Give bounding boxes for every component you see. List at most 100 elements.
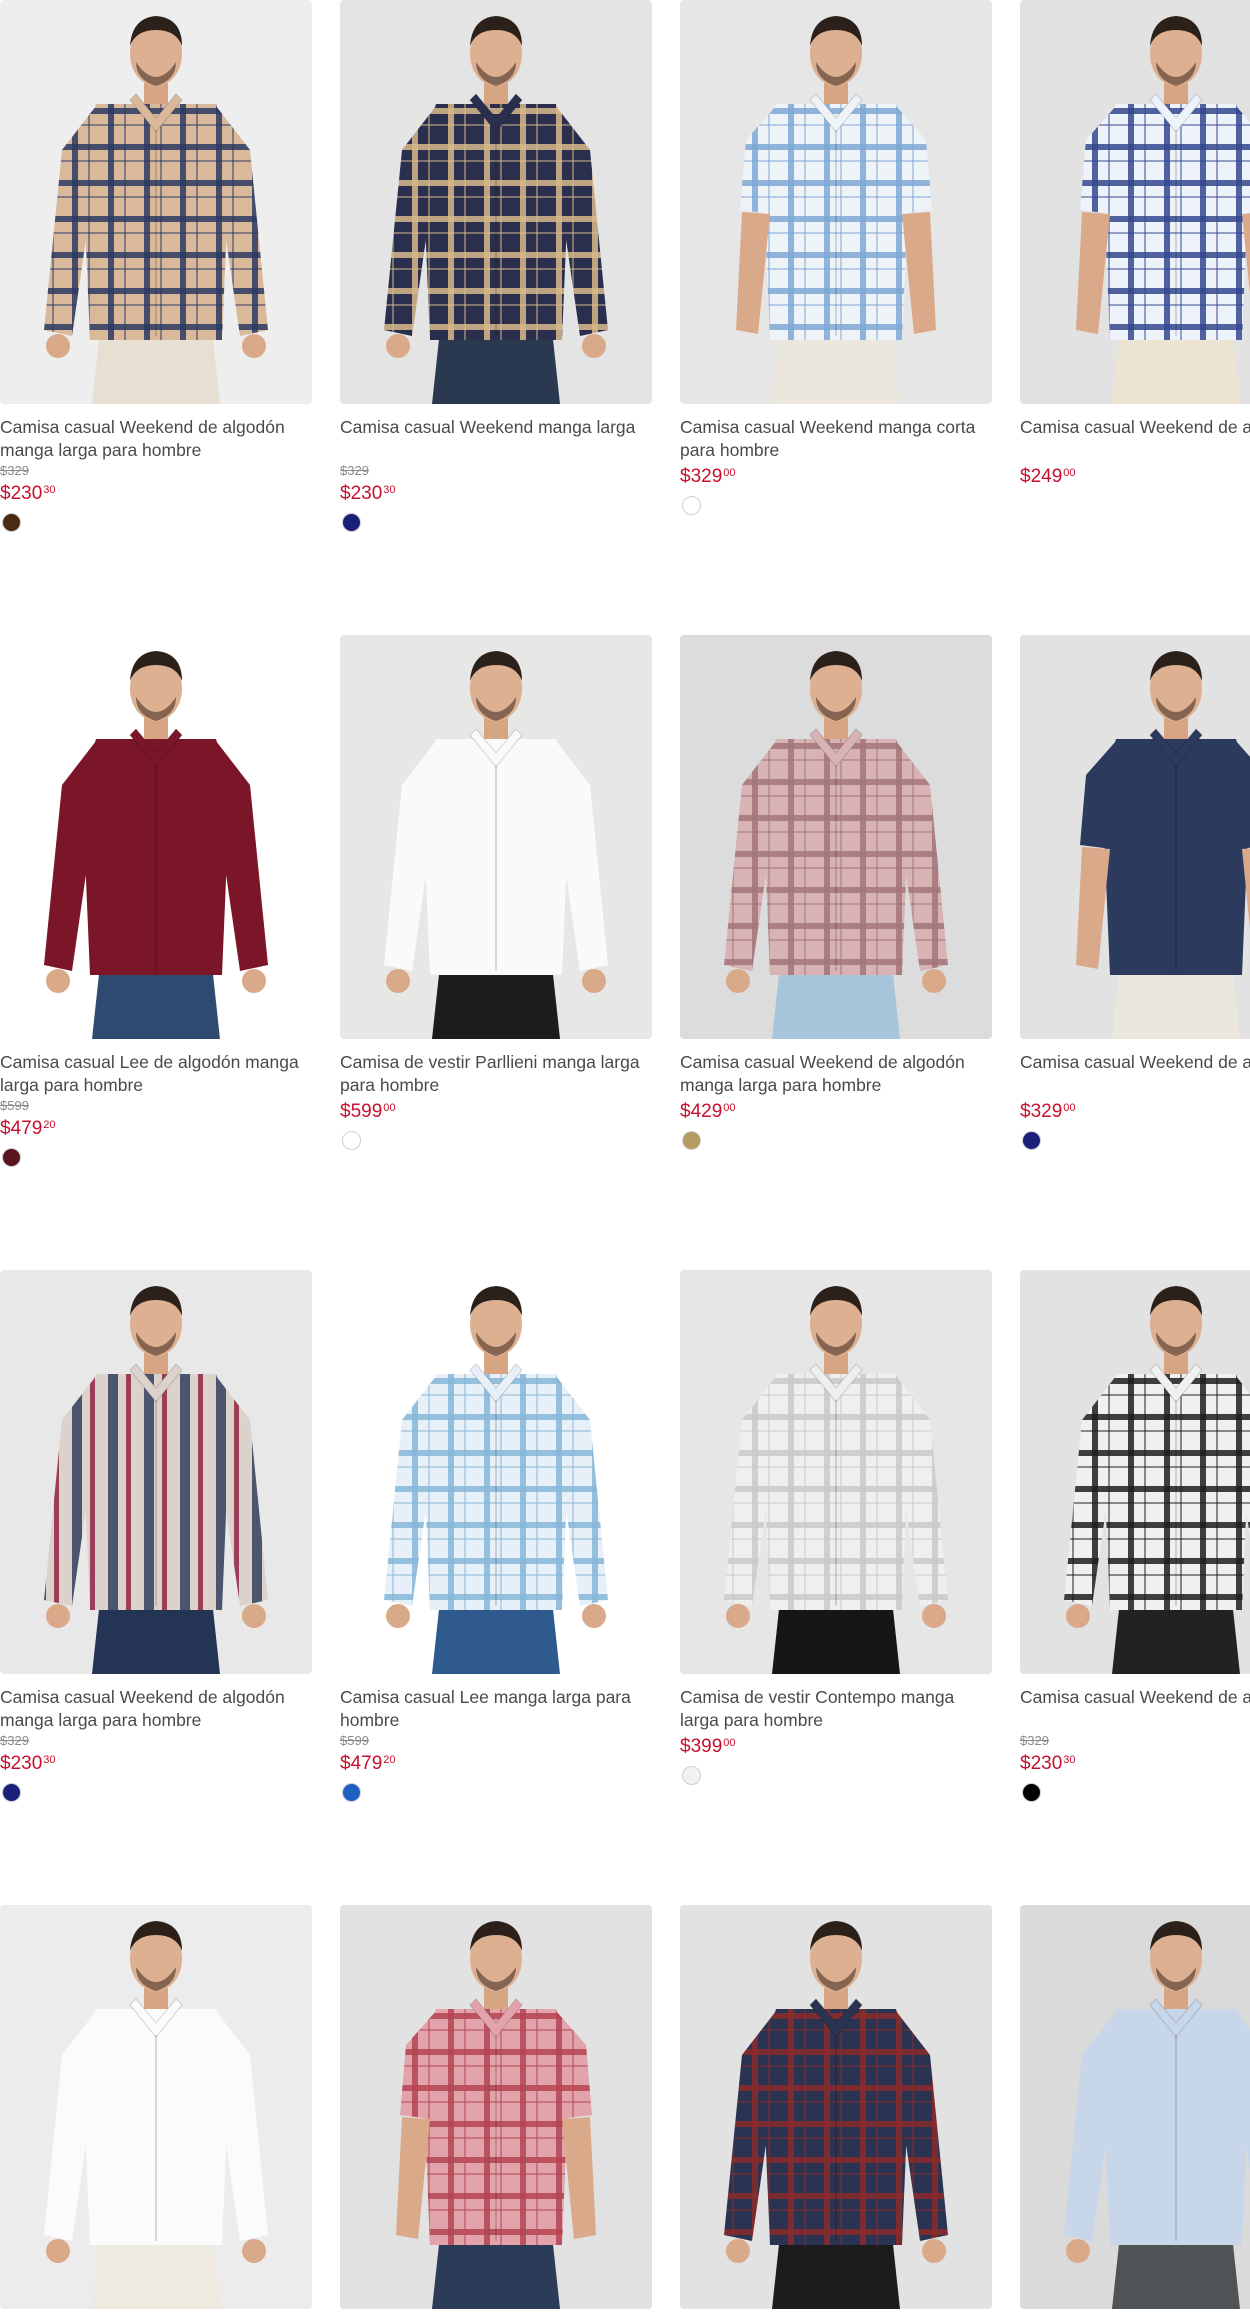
product-name[interactable]: Camisa casual Weekend de algodón manga l… [0, 1686, 306, 1732]
product-card[interactable]: Camisa casual Weekend manga larga $329 $23… [340, 0, 652, 532]
model-photo [384, 1286, 608, 1674]
sale-price: $47920 [0, 1114, 312, 1139]
price-integer: $230 [0, 483, 43, 504]
product-image[interactable] [340, 0, 652, 404]
price-cents: 00 [1063, 1102, 1076, 1114]
product-name[interactable]: Camisa casual Weekend de algodón manga c… [1020, 416, 1250, 462]
price-cents: 00 [723, 467, 736, 479]
price-integer: $230 [1020, 1753, 1063, 1774]
product-image[interactable] [0, 1905, 312, 2309]
product-card[interactable]: Camisa de vestir Parllieni manga larga p… [340, 635, 652, 1150]
sale-price: $42900 [680, 1097, 992, 1122]
price-cents: 00 [723, 1102, 736, 1114]
model-photo [44, 16, 268, 404]
original-price: $329 [1020, 1733, 1049, 1748]
price-integer: $479 [0, 1118, 43, 1139]
product-name[interactable]: Camisa casual Weekend de algodón manga c… [1020, 1051, 1250, 1097]
price-integer: $329 [1020, 1101, 1063, 1122]
product-card[interactable] [340, 1905, 652, 2309]
product-image[interactable] [1020, 635, 1250, 1039]
price-integer: $429 [680, 1101, 723, 1122]
product-image[interactable] [680, 1270, 992, 1674]
original-price: $599 [0, 1098, 29, 1113]
color-swatch[interactable] [682, 1766, 701, 1785]
product-name[interactable]: Camisa casual Weekend de algodón manga l… [1020, 1686, 1250, 1732]
price-integer: $230 [340, 483, 383, 504]
color-swatch[interactable] [2, 513, 21, 532]
sale-price: $32900 [1020, 1097, 1250, 1122]
product-card[interactable] [680, 1905, 992, 2309]
product-name[interactable]: Camisa casual Weekend de algodón manga l… [680, 1051, 986, 1097]
model-photo [1064, 1921, 1250, 2309]
product-image[interactable] [680, 0, 992, 404]
color-swatch[interactable] [682, 1131, 701, 1150]
product-card[interactable]: Camisa casual Weekend manga corta para h… [680, 0, 992, 515]
sale-price: $23030 [1020, 1749, 1250, 1774]
model-photo [44, 651, 268, 1039]
model-photo [724, 1286, 948, 1674]
color-swatch[interactable] [342, 513, 361, 532]
price-cents: 30 [1063, 1754, 1076, 1766]
product-card[interactable]: Camisa casual Weekend de algodón manga l… [680, 635, 992, 1150]
price-integer: $599 [340, 1101, 383, 1122]
product-card[interactable]: Camisa de vestir Contempo manga larga pa… [680, 1270, 992, 1785]
original-price: $329 [0, 1733, 29, 1748]
product-card[interactable]: Camisa casual Weekend de algodón manga l… [1020, 1270, 1250, 1802]
product-name[interactable]: Camisa de vestir Parllieni manga larga p… [340, 1051, 646, 1097]
color-swatch[interactable] [1022, 1783, 1041, 1802]
product-name[interactable]: Camisa casual Lee de algodón manga larga… [0, 1051, 306, 1097]
sale-price: $32900 [680, 462, 992, 487]
price-integer: $399 [680, 1736, 723, 1757]
product-card[interactable]: Camisa casual Weekend de algodón manga l… [0, 1270, 312, 1802]
product-image[interactable] [1020, 0, 1250, 404]
price-cents: 20 [43, 1119, 56, 1131]
sale-price: $23030 [0, 1749, 312, 1774]
color-swatch[interactable] [342, 1783, 361, 1802]
product-image[interactable] [1020, 1270, 1250, 1674]
product-image[interactable] [340, 1270, 652, 1674]
product-image[interactable] [0, 0, 312, 404]
product-image[interactable] [680, 1905, 992, 2309]
model-photo [1076, 16, 1250, 404]
product-image[interactable] [340, 635, 652, 1039]
color-swatch[interactable] [682, 496, 701, 515]
product-image[interactable] [340, 1905, 652, 2309]
color-swatch[interactable] [1022, 1131, 1041, 1150]
sale-price: $47920 [340, 1749, 652, 1774]
product-name[interactable]: Camisa de vestir Contempo manga larga pa… [680, 1686, 986, 1732]
product-image[interactable] [1020, 1905, 1250, 2309]
price-integer: $479 [340, 1753, 383, 1774]
price-cents: 30 [383, 484, 396, 496]
price-cents: 30 [43, 484, 56, 496]
price-integer: $249 [1020, 466, 1063, 484]
product-card[interactable] [1020, 1905, 1250, 2309]
product-image[interactable] [680, 635, 992, 1039]
price-cents: 00 [383, 1102, 396, 1114]
product-card[interactable]: Camisa casual Weekend de algodón manga l… [0, 0, 312, 532]
price-cents: 00 [1063, 467, 1076, 479]
product-card[interactable] [0, 1905, 312, 2309]
product-card[interactable]: Camisa casual Lee manga larga para hombr… [340, 1270, 652, 1802]
product-image[interactable] [0, 1270, 312, 1674]
model-photo [724, 1921, 948, 2309]
model-photo [384, 16, 608, 404]
product-card[interactable]: Camisa casual Lee de algodón manga larga… [0, 635, 312, 1167]
product-name[interactable]: Camisa casual Lee manga larga para hombr… [340, 1686, 646, 1732]
product-name[interactable]: Camisa casual Weekend de algodón manga l… [0, 416, 306, 462]
color-swatch[interactable] [2, 1148, 21, 1167]
product-name[interactable]: Camisa casual Weekend manga corta para h… [680, 416, 986, 462]
product-name[interactable]: Camisa casual Weekend manga larga [340, 416, 646, 462]
model-photo [44, 1921, 268, 2309]
product-card[interactable]: Camisa casual Weekend de algodón manga c… [1020, 0, 1250, 484]
color-swatch[interactable] [342, 1131, 361, 1150]
product-card[interactable]: Camisa casual Weekend de algodón manga c… [1020, 635, 1250, 1150]
price-cents: 30 [43, 1754, 56, 1766]
original-price: $599 [340, 1733, 369, 1748]
model-photo [44, 1286, 268, 1674]
sale-price: $39900 [680, 1732, 992, 1757]
price-integer: $329 [680, 466, 723, 487]
product-image[interactable] [0, 635, 312, 1039]
price-cents: 20 [383, 1754, 396, 1766]
color-swatch[interactable] [2, 1783, 21, 1802]
original-price: $329 [0, 463, 29, 478]
